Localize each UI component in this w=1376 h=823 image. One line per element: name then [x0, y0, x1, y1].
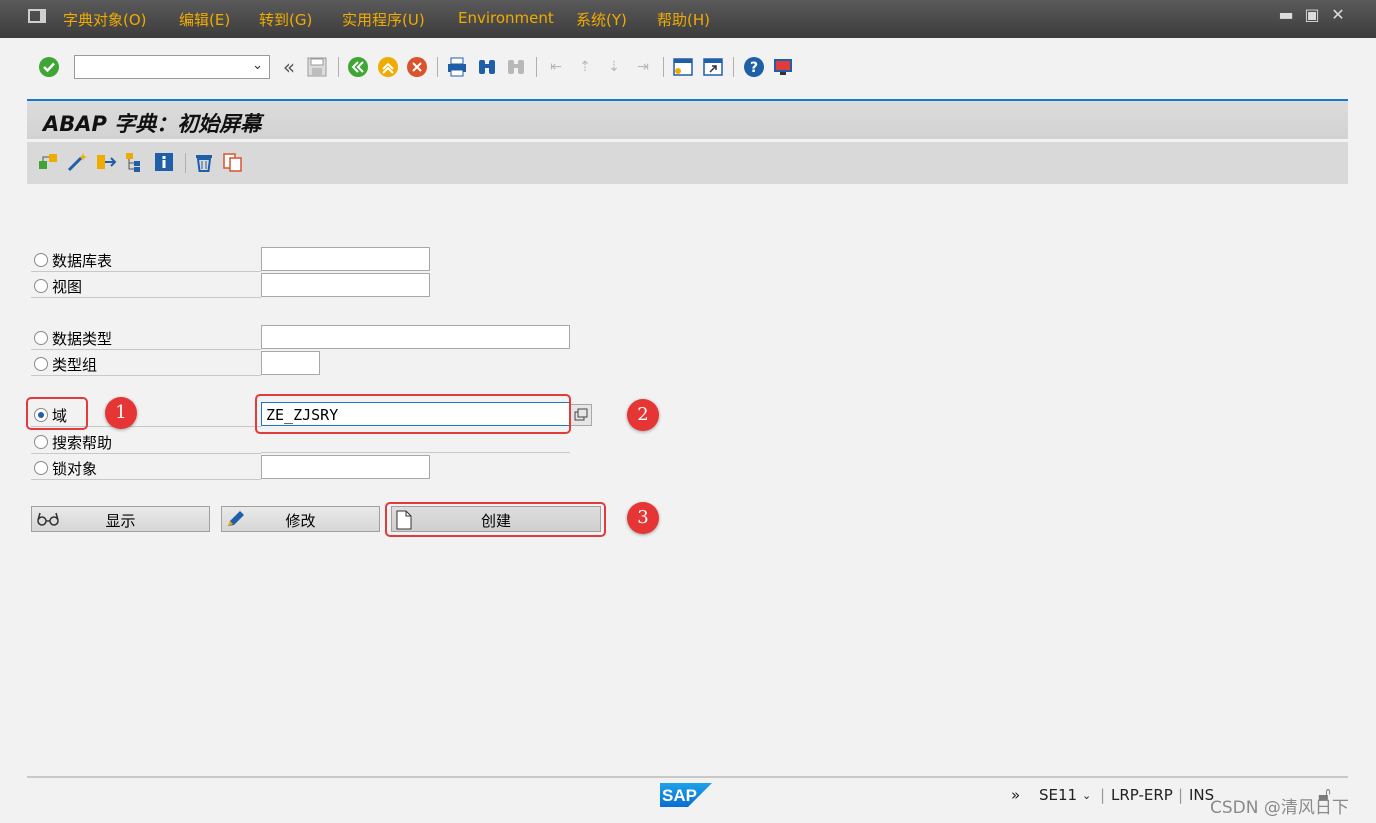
minimize-icon[interactable]: ▬	[1278, 6, 1294, 24]
window-controls: ▬ ▣ ✕	[1278, 6, 1346, 24]
radio-button[interactable]	[34, 435, 48, 449]
option-label: 类型组	[52, 356, 98, 374]
menu-system[interactable]: 系统(Y)	[576, 9, 627, 30]
toolbar-separator	[733, 57, 734, 77]
status-separator: |	[1100, 786, 1106, 804]
svg-text:?: ?	[750, 60, 758, 76]
previous-page-icon[interactable]: ⇡	[574, 56, 596, 78]
option-label: 视图	[52, 278, 83, 296]
page-title: ABAP 字典：初始屏幕	[43, 112, 262, 136]
database-table-input[interactable]	[261, 247, 430, 271]
layout-menu-icon[interactable]	[772, 56, 794, 78]
status-expand-chevron[interactable]: »	[1011, 786, 1020, 804]
option-label: 数据类型	[52, 330, 113, 348]
standard-toolbar: ⌄ « ⇤ ⇡ ⇣ ⇥ ?	[0, 38, 1376, 94]
create-wizard-icon[interactable]	[66, 151, 88, 173]
display-button-label: 显示	[105, 512, 136, 530]
menu-environment[interactable]: Environment	[458, 9, 554, 27]
create-session-icon[interactable]	[672, 56, 694, 78]
data-type-input[interactable]	[261, 325, 570, 349]
other-object-icon[interactable]	[37, 151, 59, 173]
menu-dictionary-object[interactable]: 字典对象(O)	[63, 9, 147, 30]
menu-goto[interactable]: 转到(G)	[259, 9, 312, 30]
toolbar-separator	[536, 57, 537, 77]
option-label: 锁对象	[52, 460, 98, 478]
last-page-icon[interactable]: ⇥	[632, 56, 654, 78]
where-used-icon[interactable]	[95, 151, 117, 173]
cancel-icon[interactable]	[406, 56, 428, 78]
find-icon[interactable]	[476, 56, 498, 78]
print-icon[interactable]	[446, 56, 468, 78]
annotation-badge-3: 3	[627, 502, 659, 534]
status-separator: |	[1178, 786, 1184, 804]
menu-utilities[interactable]: 实用程序(U)	[342, 9, 425, 30]
next-page-icon[interactable]: ⇣	[603, 56, 625, 78]
save-icon[interactable]	[306, 56, 328, 78]
change-button[interactable]: 修改	[221, 506, 380, 532]
annotation-badge-1: 1	[105, 397, 137, 429]
shortcut-icon[interactable]	[702, 56, 724, 78]
toolbar-separator	[338, 57, 339, 77]
option-view[interactable]: 视图	[31, 272, 261, 298]
annotation-badge-2: 2	[627, 399, 659, 431]
option-database-table[interactable]: 数据库表	[31, 246, 261, 272]
delete-icon[interactable]	[193, 151, 215, 173]
application-toolbar	[27, 142, 1348, 184]
radio-button[interactable]	[34, 279, 48, 293]
info-icon[interactable]	[153, 151, 175, 173]
toolbar-separator	[663, 57, 664, 77]
chevron-down-icon[interactable]: ⌄	[252, 58, 263, 73]
option-data-type[interactable]: 数据类型	[31, 324, 261, 350]
option-label: 数据库表	[52, 252, 113, 270]
toolbar-separator	[185, 153, 186, 173]
option-search-help[interactable]: 搜索帮助	[31, 428, 261, 454]
radio-button[interactable]	[34, 253, 48, 267]
option-label: 搜索帮助	[52, 434, 113, 452]
menu-edit[interactable]: 编辑(E)	[179, 9, 230, 30]
type-group-input[interactable]	[261, 351, 320, 375]
radio-button[interactable]	[34, 461, 48, 475]
command-field[interactable]: ⌄	[74, 55, 270, 79]
hierarchy-icon[interactable]	[124, 151, 146, 173]
value-help-button[interactable]	[570, 404, 592, 426]
annotation-box-domain	[26, 397, 88, 430]
svg-text:SAP: SAP	[662, 786, 697, 805]
menu-bar: 字典对象(O) 编辑(E) 转到(G) 实用程序(U) Environment …	[0, 0, 1376, 38]
value-help-icon	[574, 408, 588, 421]
sap-logo-icon: SAP	[660, 783, 712, 807]
option-lock-object[interactable]: 锁对象	[31, 454, 261, 480]
lock-object-input[interactable]	[261, 455, 430, 479]
maximize-icon[interactable]: ▣	[1304, 6, 1320, 24]
radio-button[interactable]	[34, 331, 48, 345]
option-type-group[interactable]: 类型组	[31, 350, 261, 376]
annotation-box-domain-input	[255, 394, 571, 434]
first-page-icon[interactable]: ⇤	[545, 56, 567, 78]
watermark: CSDN @清风日下	[1210, 798, 1349, 818]
copy-icon[interactable]	[222, 151, 244, 173]
display-button[interactable]: 显示	[31, 506, 210, 532]
change-button-label: 修改	[285, 512, 316, 530]
collapse-icon[interactable]: «	[278, 55, 300, 79]
radio-button[interactable]	[34, 357, 48, 371]
close-icon[interactable]: ✕	[1330, 6, 1346, 24]
system-name: LRP-ERP	[1111, 786, 1173, 804]
back-icon[interactable]	[347, 56, 369, 78]
transaction-code: SE11	[1039, 786, 1078, 804]
status-bar-divider	[27, 776, 1348, 778]
find-next-icon[interactable]	[505, 56, 527, 78]
toolbar-separator	[437, 57, 438, 77]
chevron-down-icon[interactable]: ⌄	[1082, 789, 1091, 802]
help-icon[interactable]: ?	[743, 56, 765, 78]
system-menu-icon[interactable]	[28, 9, 46, 23]
menu-help[interactable]: 帮助(H)	[657, 9, 710, 30]
exit-icon[interactable]	[377, 56, 399, 78]
enter-icon[interactable]	[38, 56, 60, 78]
title-bar: ABAP 字典：初始屏幕	[27, 99, 1348, 139]
view-input[interactable]	[261, 273, 430, 297]
annotation-box-create-button	[385, 502, 606, 537]
